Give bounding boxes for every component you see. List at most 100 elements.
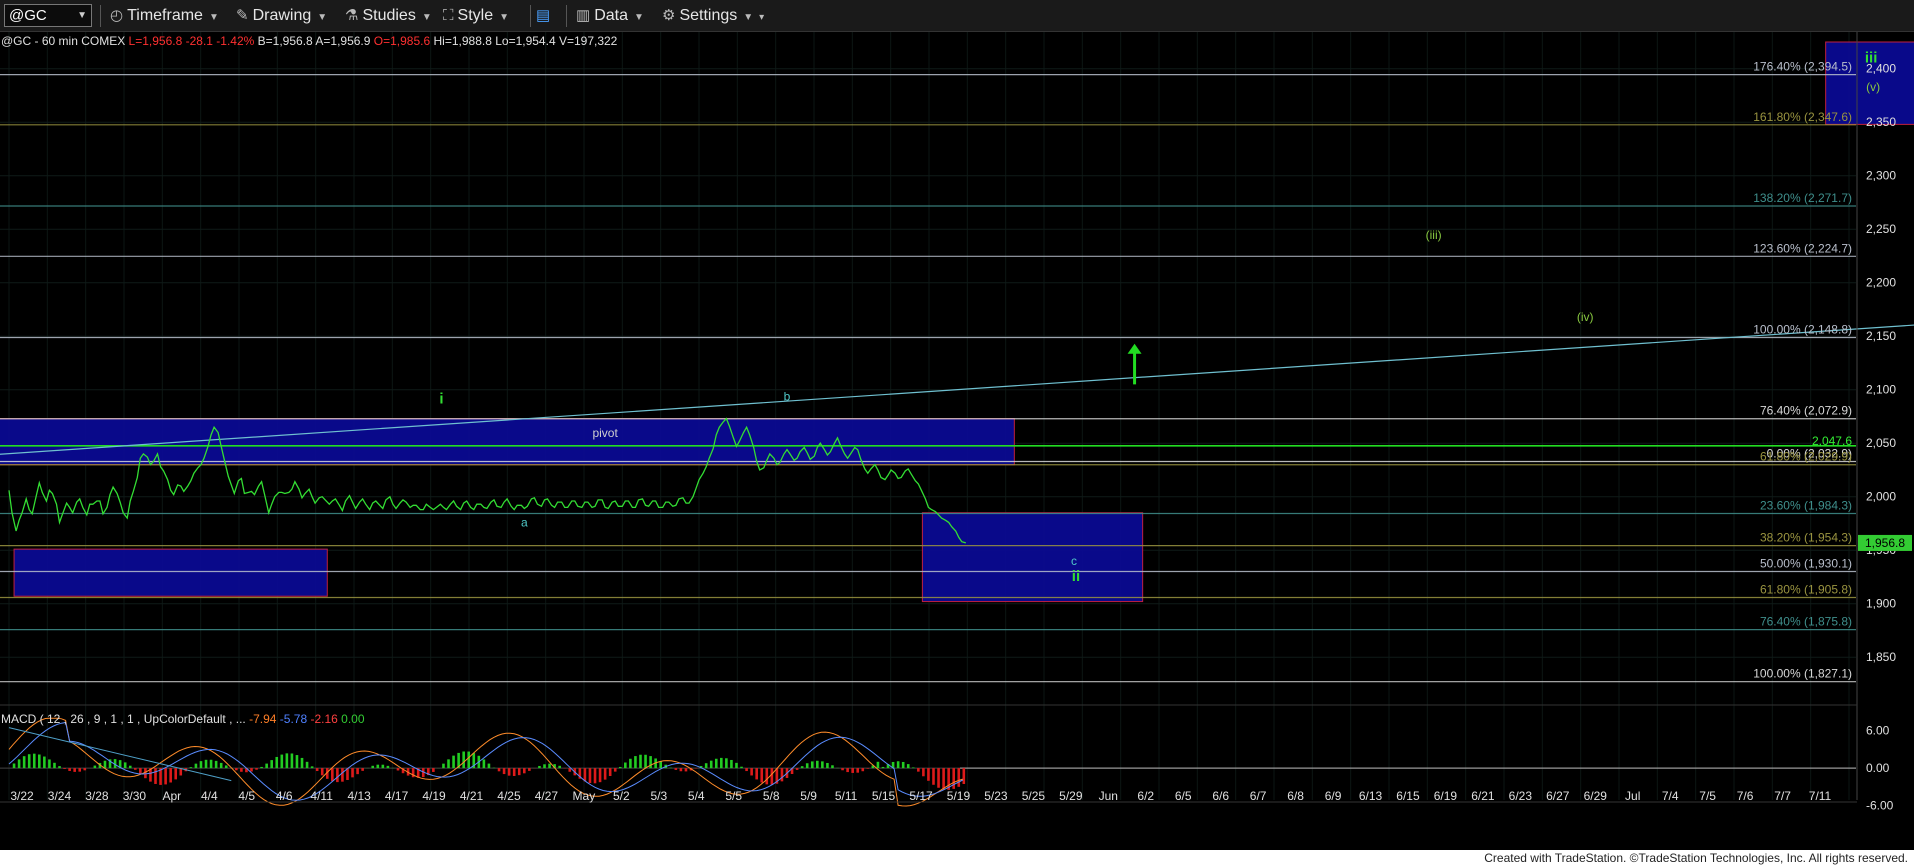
- chevron-down-icon: ▼: [633, 12, 644, 23]
- drawing-label: Drawing: [252, 7, 312, 24]
- macd-histogram-bar: [502, 768, 506, 775]
- x-tick-label: 5/4: [688, 789, 705, 803]
- macd-histogram-bar: [755, 768, 758, 780]
- macd-histogram-bar: [250, 768, 253, 772]
- x-tick-label: 4/17: [385, 789, 409, 803]
- x-tick-label: Apr: [162, 789, 181, 803]
- macd-histogram-bar: [861, 768, 865, 772]
- fib-label: 100.00% (2,148.8): [1753, 323, 1852, 337]
- macd-histogram-bar: [78, 768, 82, 772]
- macd-histogram-bar: [432, 768, 435, 772]
- x-tick-label: 6/6: [1212, 789, 1229, 803]
- header-volume: V=197,322: [556, 34, 618, 48]
- macd-histogram-bar: [538, 765, 541, 769]
- x-tick-label: 5/8: [763, 789, 780, 803]
- y-tick-label: 2,050: [1866, 436, 1896, 450]
- wave-label: (iii): [1426, 228, 1442, 242]
- fib-label: 138.20% (2,271.7): [1753, 191, 1852, 205]
- macd-histogram-bar: [856, 768, 860, 773]
- x-tick-label: 6/29: [1584, 789, 1608, 803]
- wave-label: b: [784, 389, 791, 403]
- macd-histogram-bar: [583, 768, 587, 782]
- x-tick-label: 6/2: [1137, 789, 1154, 803]
- macd-histogram-bar: [22, 756, 26, 769]
- macd-histogram-bar: [204, 759, 208, 769]
- macd-histogram-bar: [356, 768, 359, 775]
- macd-histogram-bar: [447, 759, 450, 769]
- studies-button[interactable]: ⚗ Studies ▼: [345, 0, 432, 32]
- settings-button[interactable]: ⚙ Settings ▼ ▾: [662, 0, 764, 32]
- layout-button[interactable]: ▤: [536, 0, 554, 32]
- macd-histogram-bar: [467, 751, 471, 769]
- y-tick-label: 1,850: [1866, 650, 1896, 664]
- x-tick-label: 6/5: [1175, 789, 1192, 803]
- macd-histogram-bar: [659, 761, 662, 769]
- x-tick-label: 4/5: [238, 789, 255, 803]
- y-tick-label: 2,300: [1866, 169, 1896, 183]
- macd-histogram-bar: [674, 768, 678, 770]
- macd-histogram-bar: [917, 768, 920, 772]
- macd-histogram-bar: [805, 763, 809, 769]
- toolbar-divider: [566, 5, 567, 27]
- price-chart[interactable]: 176.40% (2,394.5) 161.80% (2,347.6) 138.20…: [0, 32, 1914, 850]
- data-label: Data: [594, 7, 628, 24]
- macd-histogram-bar: [265, 763, 268, 769]
- macd-histogram-bar: [866, 768, 870, 769]
- macd-histogram-bar: [270, 760, 273, 769]
- macd-histogram-bar: [497, 768, 501, 772]
- x-tick-label: 6/13: [1359, 789, 1383, 803]
- macd-histogram-bar: [901, 761, 905, 769]
- data-button[interactable]: ▥ Data ▼: [576, 0, 644, 32]
- layout-icon: ▤: [536, 7, 551, 24]
- macd-histogram-bar: [260, 766, 263, 769]
- macd-histogram-bar: [522, 768, 526, 774]
- macd-histogram-bar: [386, 765, 390, 769]
- x-tick-label: 7/6: [1737, 789, 1754, 803]
- macd-histogram-bar: [548, 763, 551, 769]
- macd-histogram-bar: [634, 756, 637, 769]
- fib-label: 100.00% (1,827.1): [1753, 667, 1852, 681]
- x-tick-label: 4/19: [422, 789, 446, 803]
- macd-histogram-bar: [93, 765, 97, 769]
- style-button[interactable]: ⛶ Style ▼: [443, 0, 509, 32]
- macd-histogram-bar: [341, 768, 344, 782]
- target-box: [0, 418, 1015, 466]
- macd-histogram-bar: [336, 768, 339, 783]
- macd-histogram-bar: [760, 768, 764, 783]
- macd-histogram-bar: [507, 768, 511, 776]
- toolbar-divider: [530, 5, 531, 27]
- y-tick-label: 2,000: [1866, 490, 1896, 504]
- macd-histogram-bar: [679, 768, 683, 772]
- x-tick-label: May: [573, 789, 596, 803]
- x-tick-label: 5/2: [613, 789, 630, 803]
- macd-histogram-bar: [154, 768, 157, 784]
- clock-icon: ◴: [110, 7, 124, 24]
- macd-histogram-bar: [780, 768, 784, 782]
- style-label: Style: [457, 7, 494, 24]
- macd-histogram-bar: [881, 766, 885, 769]
- x-tick-label: 7/5: [1699, 789, 1716, 803]
- x-tick-label: 5/5: [725, 789, 742, 803]
- macd-histogram-bar: [169, 768, 172, 783]
- macd-histogram-bar: [962, 768, 966, 784]
- header-last: L=1,956.8: [125, 34, 182, 48]
- macd-histogram-bar: [720, 757, 723, 769]
- macd-histogram-bar: [209, 759, 213, 769]
- macd-histogram-bar: [280, 754, 284, 769]
- symbol-input[interactable]: @GC ▼: [4, 4, 92, 27]
- macd-histogram-bar: [821, 761, 824, 769]
- macd-histogram-bar: [750, 768, 753, 776]
- macd-histogram-bar: [649, 756, 652, 769]
- macd-histogram-bar: [725, 758, 728, 769]
- macd-histogram-bar: [376, 764, 380, 769]
- macd-value: -5.78: [276, 712, 307, 726]
- macd-histogram-bar: [305, 761, 309, 769]
- macd-histogram-bar: [770, 768, 774, 785]
- chevron-down-icon[interactable]: ▼: [77, 5, 87, 26]
- drawing-button[interactable]: ✎ Drawing ▼: [236, 0, 327, 32]
- target-box: [13, 548, 328, 597]
- y-tick-label: 1,900: [1866, 597, 1896, 611]
- macd-histogram-bar: [144, 768, 147, 779]
- wave-label: pivot: [592, 426, 618, 440]
- timeframe-button[interactable]: ◴ Timeframe ▼: [110, 0, 219, 32]
